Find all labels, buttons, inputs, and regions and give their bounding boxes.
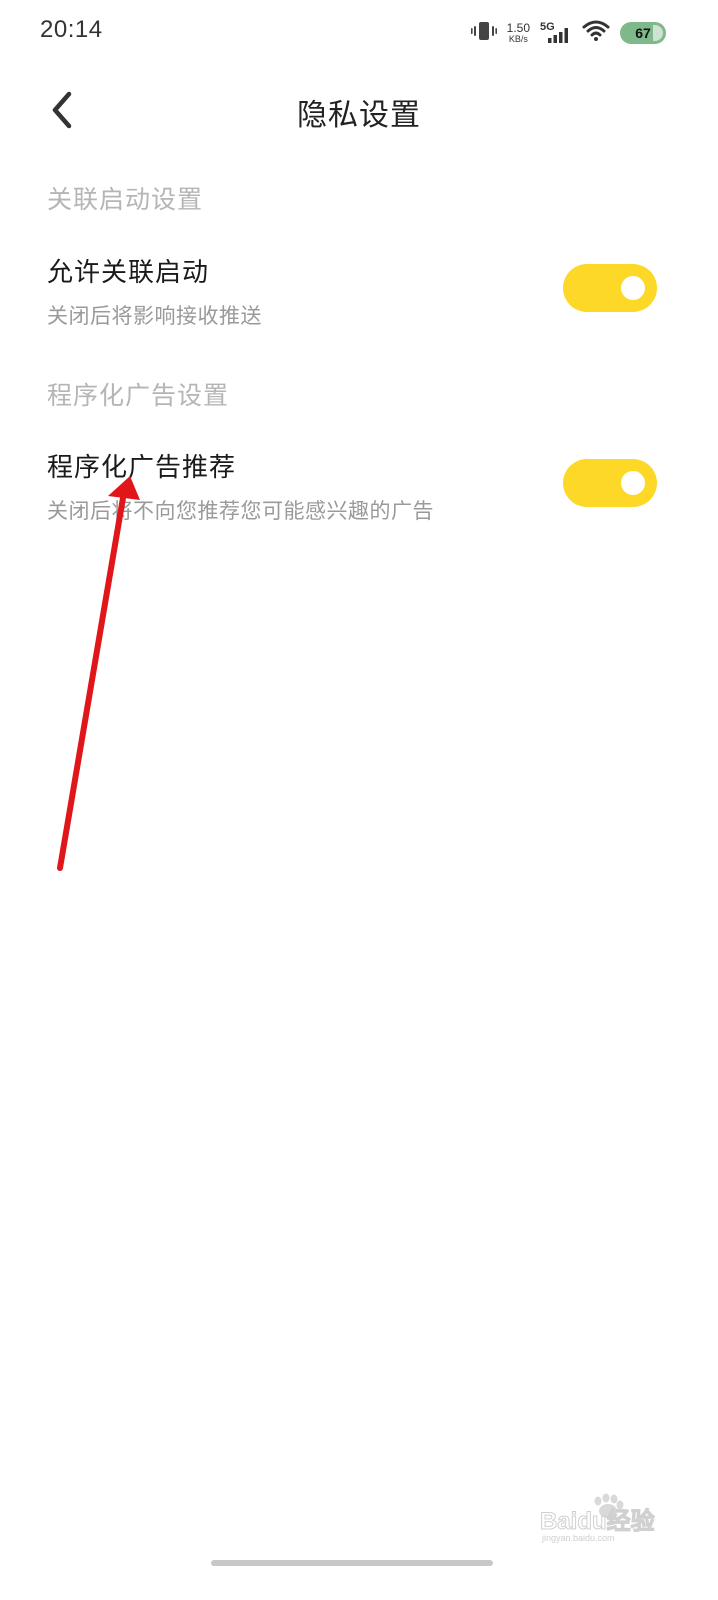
toggle-knob <box>621 471 645 495</box>
setting-row-allow-linked-launch: 允许关联启动 关闭后将影响接收推送 <box>0 252 718 362</box>
page-title: 隐私设置 <box>297 98 421 133</box>
status-time: 20:14 <box>40 16 103 43</box>
section-header-linked-launch: 关联启动设置 <box>47 185 204 214</box>
setting-title: 程序化广告推荐 <box>47 453 237 483</box>
setting-description: 关闭后将影响接收推送 <box>47 304 262 328</box>
setting-title: 允许关联启动 <box>47 258 210 288</box>
network-speed-unit: KB/s <box>508 34 528 44</box>
battery-indicator: 67 <box>620 22 666 44</box>
baidu-jingyan-watermark: Baidu经验 jingyan.baidu.com <box>540 1493 680 1543</box>
baidu-paw-icon: Baidu经验 jingyan.baidu.com <box>540 1493 655 1543</box>
status-icons: 1.50 KB/s 5G 67 <box>470 18 666 48</box>
network-speed-value: 1.50 <box>506 21 530 35</box>
setting-row-programmatic-ad-recommendation: 程序化广告推荐 关闭后将不向您推荐您可能感兴趣的广告 <box>0 447 718 557</box>
signal-bars-icon <box>548 28 568 43</box>
allow-linked-launch-toggle[interactable] <box>563 264 657 312</box>
battery-level: 67 <box>635 25 651 41</box>
nav-bar: 隐私设置 <box>0 66 718 156</box>
watermark-sub-text: jingyan.baidu.com <box>541 1533 615 1543</box>
home-indicator[interactable] <box>211 1560 493 1566</box>
section-header-programmatic-ads: 程序化广告设置 <box>47 381 230 410</box>
status-bar: 20:14 1.50 KB/s 5G 67 <box>0 0 718 66</box>
annotation-arrow <box>57 476 140 871</box>
cell-signal: 5G <box>540 21 572 45</box>
network-speed: 1.50 KB/s <box>507 22 530 44</box>
setting-description: 关闭后将不向您推荐您可能感兴趣的广告 <box>47 499 434 523</box>
watermark-brand-text: Baidu经验 <box>540 1507 655 1535</box>
wifi-icon <box>582 20 610 46</box>
toggle-knob <box>621 276 645 300</box>
programmatic-ad-recommendation-toggle[interactable] <box>563 459 657 507</box>
vibrate-icon <box>470 20 497 46</box>
